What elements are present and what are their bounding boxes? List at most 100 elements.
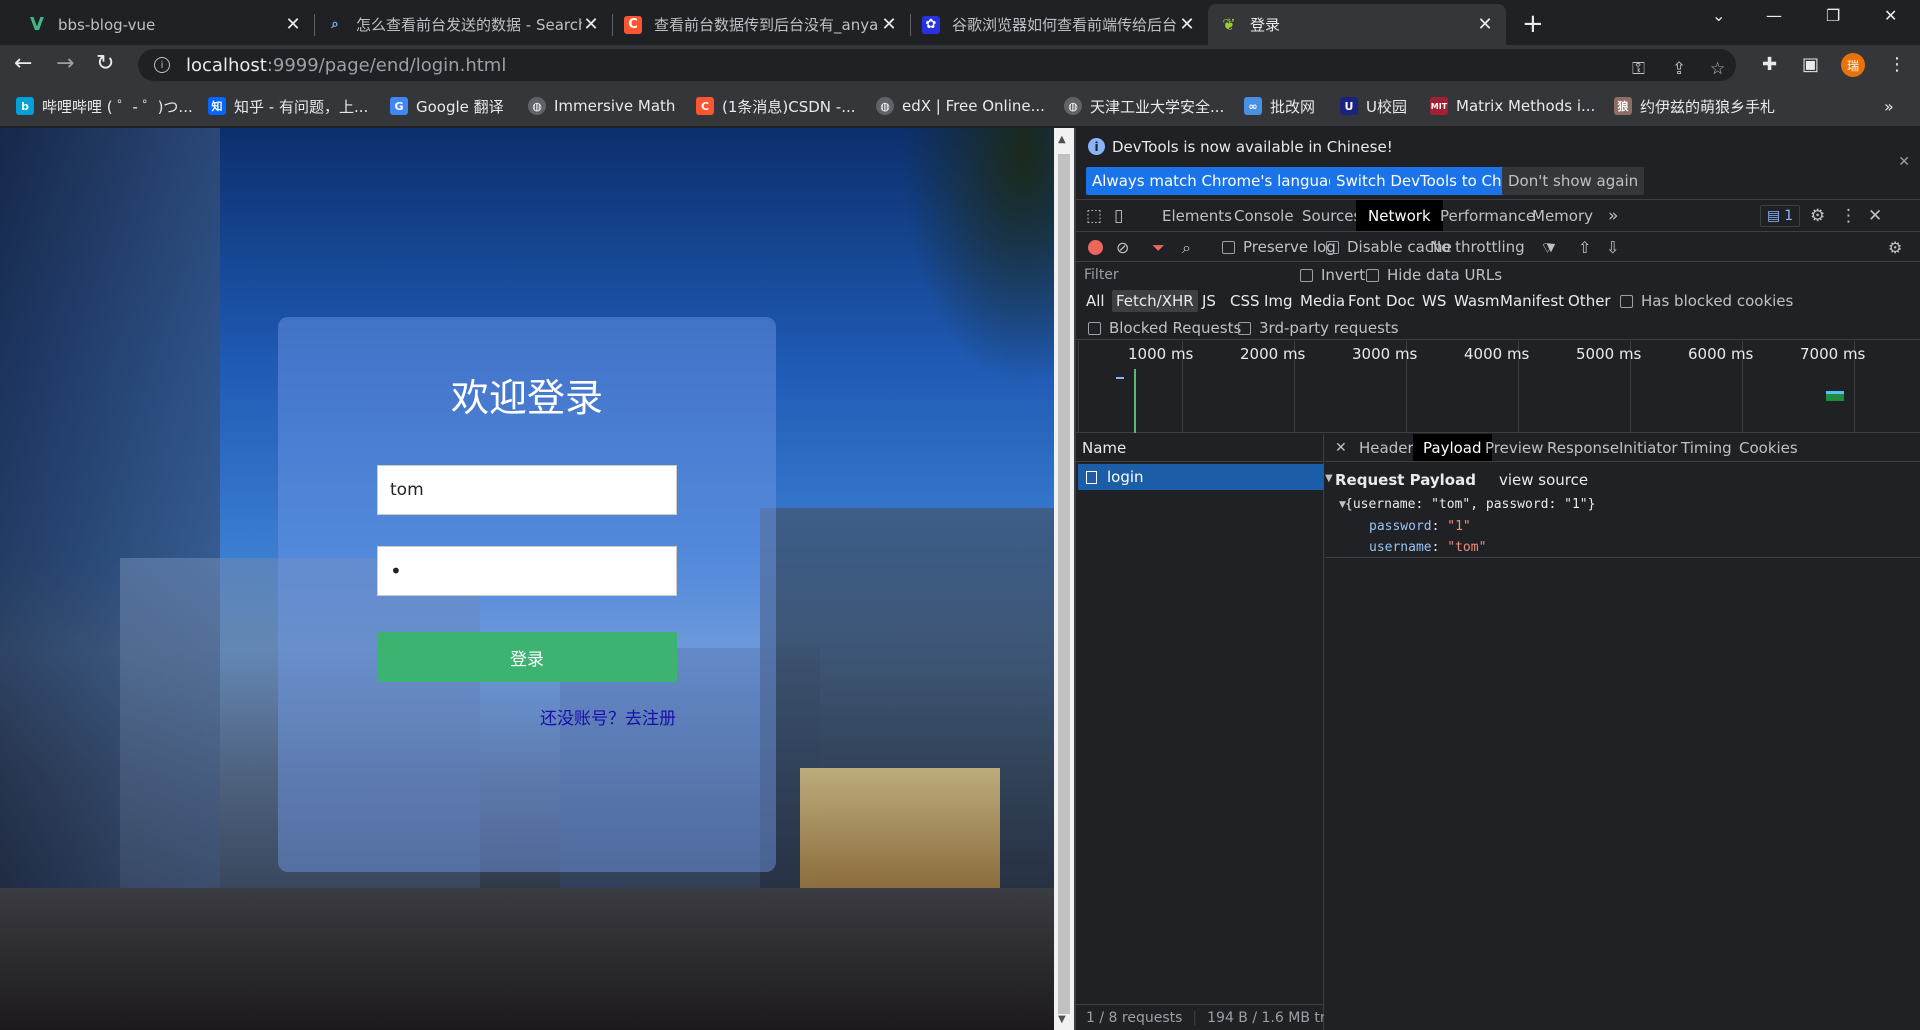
type-doc[interactable]: Doc: [1382, 290, 1419, 312]
timeline-tick-label: 2000 ms: [1240, 345, 1306, 363]
network-conditions-icon[interactable]: ⌔: [1540, 238, 1555, 258]
throttling-value: No throttling: [1430, 238, 1525, 256]
name-column-header[interactable]: Name: [1076, 434, 1324, 462]
bookmark-pigai[interactable]: ∞ 批改网: [1244, 95, 1315, 117]
bookmark-csdn[interactable]: C (1条消息)CSDN -...: [696, 95, 856, 117]
bookmark-star-icon[interactable]: ☆: [1710, 59, 1725, 79]
blocked-requests-checkbox[interactable]: Blocked Requests: [1088, 319, 1241, 337]
file-icon: [1086, 470, 1097, 484]
scroll-down-icon[interactable]: ▼: [1058, 1014, 1066, 1025]
close-icon[interactable]: ✕: [1898, 154, 1910, 170]
close-window-icon[interactable]: ✕: [1884, 6, 1897, 25]
bookmark-wolf[interactable]: 狼约伊兹的萌狼乡手札: [1614, 95, 1775, 117]
network-toolbar: ⊘ ⏷ ⌕ Preserve log Disable cache No thro…: [1076, 232, 1920, 262]
clear-icon[interactable]: ⊘: [1116, 238, 1129, 257]
share-icon[interactable]: ⇪: [1672, 59, 1686, 79]
tab-memory[interactable]: Memory: [1520, 200, 1605, 231]
network-overview-timeline[interactable]: 1000 ms 2000 ms 3000 ms 4000 ms 5000 ms …: [1076, 341, 1920, 433]
type-js[interactable]: JS: [1198, 290, 1220, 312]
back-icon[interactable]: ←: [14, 51, 32, 76]
restore-icon[interactable]: ❐: [1826, 6, 1840, 25]
close-devtools-icon[interactable]: ✕: [1868, 206, 1882, 226]
tab-csdn[interactable]: C 查看前台数据传到后台没有_anya ✕: [612, 4, 910, 45]
menu-icon[interactable]: ⋮: [1888, 54, 1906, 75]
profile-avatar[interactable]: 瑞: [1841, 53, 1865, 77]
search-icon[interactable]: ⌕: [1182, 238, 1191, 258]
bookmark-immersive-math[interactable]: ◍ Immersive Math: [528, 95, 675, 117]
tab-cookies[interactable]: Cookies: [1729, 434, 1808, 461]
expand-triangle-icon[interactable]: ▼: [1325, 473, 1333, 484]
type-other[interactable]: Other: [1564, 290, 1615, 312]
dont-show-again-button[interactable]: Don't show again: [1502, 167, 1645, 195]
request-payload-title[interactable]: Request Payload: [1335, 471, 1476, 489]
network-summary: 1 / 8 requests | 194 B / 1.6 MB tra: [1076, 1004, 1324, 1030]
throttling-select[interactable]: No throttling ▼: [1430, 238, 1555, 256]
issues-badge[interactable]: ▤ 1: [1760, 205, 1801, 227]
request-row-login[interactable]: login: [1078, 464, 1324, 490]
hide-data-urls-checkbox[interactable]: Hide data URLs: [1366, 266, 1502, 284]
bookmark-mit[interactable]: MIT Matrix Methods i...: [1430, 95, 1595, 117]
password-input[interactable]: •: [377, 546, 677, 596]
close-icon[interactable]: ✕: [1476, 14, 1494, 35]
type-ws[interactable]: WS: [1418, 290, 1450, 312]
scroll-up-icon[interactable]: ▲: [1058, 134, 1066, 145]
record-icon[interactable]: [1088, 240, 1103, 255]
bookmark-bilibili[interactable]: b 哔哩哔哩 ( ゜- ゜)つ...: [16, 95, 193, 117]
payload-key: username: [1369, 540, 1432, 555]
request-bar-login: [1826, 391, 1844, 401]
login-button[interactable]: 登录: [377, 632, 677, 682]
tab-search-dropdown-icon[interactable]: ⌄: [1712, 6, 1725, 25]
devtools-menu-icon[interactable]: ⋮: [1840, 206, 1857, 226]
match-language-button[interactable]: Always match Chrome's language: [1086, 167, 1353, 195]
reload-icon[interactable]: ↻: [96, 51, 114, 76]
export-har-icon[interactable]: ⇩: [1606, 238, 1619, 257]
invert-label: Invert: [1321, 266, 1366, 284]
tab-bbs-blog-vue[interactable]: V bbs-blog-vue ✕: [16, 4, 314, 45]
key-icon[interactable]: ⚿: [1632, 59, 1645, 79]
tab-baidu[interactable]: ✿ 谷歌浏览器如何查看前端传给后台 ✕: [910, 4, 1208, 45]
invert-checkbox[interactable]: Invert: [1300, 266, 1365, 284]
bookmark-tjpu[interactable]: ◍ 天津工业大学安全...: [1064, 95, 1224, 117]
page-scrollbar[interactable]: ▲ ▼: [1054, 128, 1074, 1030]
bookmarks-overflow-icon[interactable]: »: [1884, 95, 1894, 117]
device-toolbar-icon[interactable]: ▯: [1114, 206, 1123, 226]
more-tabs-icon[interactable]: »: [1608, 206, 1618, 226]
preserve-log-checkbox[interactable]: Preserve log: [1222, 238, 1336, 256]
minimize-icon[interactable]: —: [1766, 6, 1782, 25]
forward-icon[interactable]: →: [56, 51, 74, 76]
close-icon[interactable]: ✕: [1178, 14, 1196, 35]
view-source-link[interactable]: view source: [1499, 471, 1588, 489]
tab-login[interactable]: ❦ 登录 ✕: [1208, 4, 1506, 45]
address-bar[interactable]: i localhost:9999/page/end/login.html ⚿ ⇪…: [138, 49, 1736, 81]
import-har-icon[interactable]: ⇧: [1578, 238, 1591, 257]
type-media[interactable]: Media: [1296, 290, 1349, 312]
bookmark-uxiaoyuan[interactable]: U U校园: [1340, 95, 1407, 117]
type-css[interactable]: CSS: [1226, 290, 1264, 312]
settings-gear-icon[interactable]: ⚙: [1810, 206, 1825, 226]
type-all[interactable]: All: [1082, 290, 1109, 312]
new-tab-button[interactable]: +: [1522, 9, 1544, 39]
side-panel-icon[interactable]: ▣: [1802, 54, 1819, 75]
filter-funnel-icon[interactable]: ⏷: [1152, 238, 1165, 258]
type-font[interactable]: Font: [1344, 290, 1385, 312]
bookmark-edx[interactable]: ◍ edX | Free Online...: [876, 95, 1045, 117]
third-party-checkbox[interactable]: 3rd-party requests: [1238, 319, 1399, 337]
type-manifest[interactable]: Manifest: [1496, 290, 1568, 312]
scrollbar-thumb[interactable]: [1058, 154, 1070, 1014]
close-icon[interactable]: ✕: [284, 14, 302, 35]
bookmark-google-translate[interactable]: G Google 翻译: [390, 95, 504, 117]
filter-input[interactable]: Filter: [1080, 264, 1280, 286]
type-img[interactable]: Img: [1260, 290, 1297, 312]
bookmark-zhihu[interactable]: 知知乎 - 有问题，上...: [208, 95, 368, 117]
has-blocked-cookies-checkbox[interactable]: Has blocked cookies: [1620, 292, 1793, 310]
register-link[interactable]: 还没账号？去注册: [540, 704, 676, 729]
site-info-icon[interactable]: i: [154, 57, 170, 73]
tab-search[interactable]: ⌕ 怎么查看前台发送的数据 - Search ✕: [314, 4, 612, 45]
network-settings-icon[interactable]: ⚙: [1888, 238, 1902, 257]
extensions-icon[interactable]: ✚: [1762, 54, 1777, 75]
close-icon[interactable]: ✕: [880, 14, 898, 35]
inspect-element-icon[interactable]: ⬚: [1086, 206, 1102, 226]
type-fetch-xhr[interactable]: Fetch/XHR: [1112, 290, 1198, 312]
username-input[interactable]: tom: [377, 465, 677, 515]
close-icon[interactable]: ✕: [582, 14, 600, 35]
